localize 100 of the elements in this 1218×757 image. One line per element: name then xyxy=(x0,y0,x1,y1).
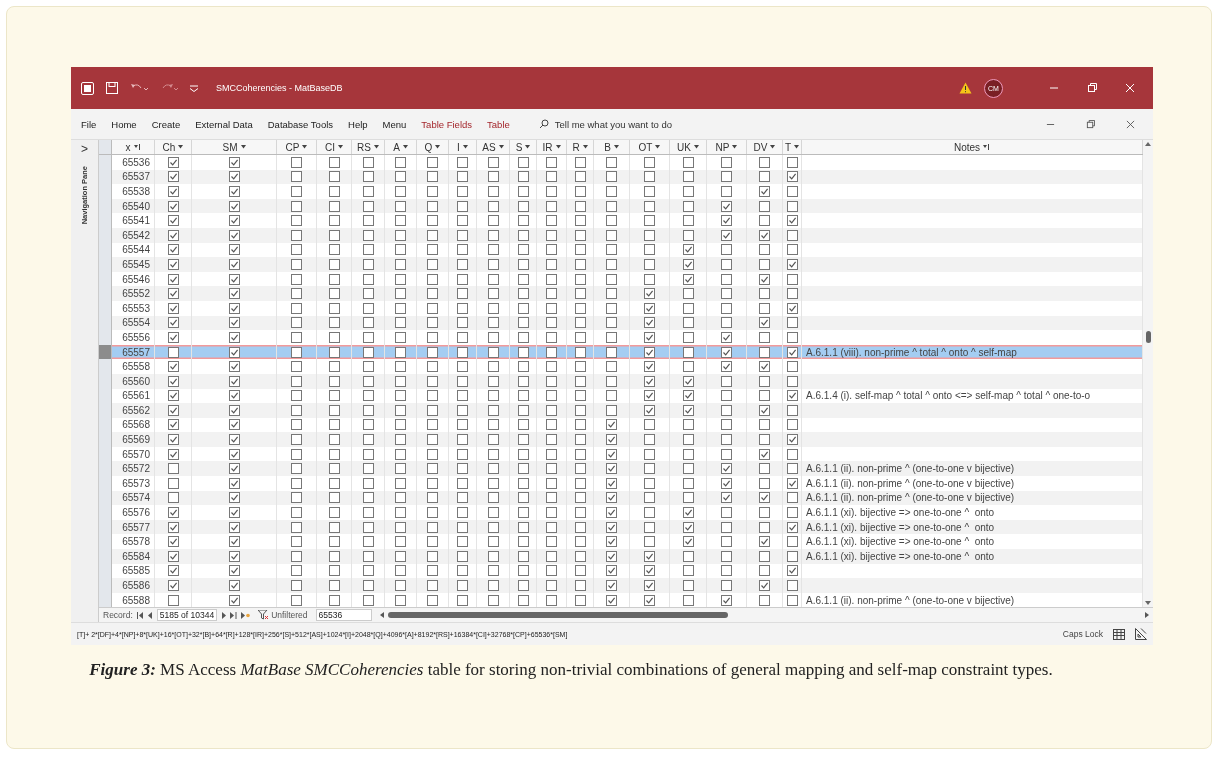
table-cell: 65569 xyxy=(112,432,155,447)
record-number-field[interactable]: 5185 of 10344 xyxy=(156,609,218,622)
search-icon xyxy=(538,119,549,129)
dropdown-arrow-icon xyxy=(338,145,343,149)
table-row[interactable]: 65576 A.6.1.1 (xi). bijective => one-to-one ^ onto xyxy=(99,505,1143,520)
scroll-up-icon[interactable] xyxy=(1145,142,1151,146)
dropdown-arrow-icon xyxy=(240,145,246,149)
first-record-icon[interactable] xyxy=(136,611,144,619)
column-header[interactable]: S xyxy=(510,140,537,154)
last-record-icon[interactable] xyxy=(230,611,238,619)
scroll-thumb[interactable] xyxy=(1145,331,1151,343)
menu-tab[interactable]: Table Fields xyxy=(421,118,473,130)
search-field[interactable]: 65536 xyxy=(315,609,372,622)
menu-tab[interactable]: Help xyxy=(348,118,368,130)
table-row[interactable]: 65572 A.6.1.1 (ii). non-prime ^ (one-to-one v bijective) xyxy=(99,461,1143,477)
restore-icon[interactable] xyxy=(1087,83,1097,93)
table-row[interactable]: 65537 xyxy=(99,169,1143,185)
vertical-scrollbar[interactable] xyxy=(1143,140,1153,608)
table-row[interactable]: 65586 xyxy=(99,578,1143,593)
menu-tab[interactable]: Menu xyxy=(382,118,407,130)
table-row[interactable]: 65536 xyxy=(99,155,1143,170)
table-row[interactable]: 65574 A.6.1.1 (ii). non-prime ^ (one-to-one v bijective) xyxy=(99,490,1143,506)
menu-tab[interactable]: Create xyxy=(151,118,181,130)
column-header[interactable]: R xyxy=(567,140,594,154)
table-row[interactable]: 65569 xyxy=(99,432,1143,447)
table-row[interactable]: 65541 xyxy=(99,213,1143,228)
next-record-icon[interactable] xyxy=(221,611,227,619)
save-icon[interactable] xyxy=(106,82,118,94)
scroll-left-icon[interactable] xyxy=(379,612,384,619)
column-header[interactable]: Ch xyxy=(155,140,192,154)
table-cell: 65538 xyxy=(112,184,155,199)
column-header[interactable]: CP xyxy=(277,140,317,154)
column-header[interactable]: IR xyxy=(537,140,567,154)
column-header[interactable]: B xyxy=(594,140,630,154)
table-cell: 65554 xyxy=(112,315,155,331)
pane-toggle[interactable]: > xyxy=(81,142,88,156)
table-row[interactable]: 65584 A.6.1.1 (xi). bijective => one-to-one ^ onto xyxy=(99,549,1143,564)
table-row[interactable]: 65558 xyxy=(99,359,1143,374)
restore-icon[interactable] xyxy=(1086,119,1095,129)
column-header[interactable]: Notes xyxy=(802,140,1143,154)
close-icon[interactable] xyxy=(1126,119,1135,129)
column-header[interactable]: CI xyxy=(317,140,352,154)
column-header[interactable]: OT xyxy=(630,140,670,154)
table-row[interactable]: 65552 xyxy=(99,286,1143,301)
table-row[interactable]: 65577 A.6.1.1 (xi). bijective => one-to-one ^ onto xyxy=(99,519,1143,535)
table-cell: 65553 xyxy=(112,300,155,316)
table-row[interactable]: 65545 xyxy=(99,257,1143,272)
table-row[interactable]: 65562 xyxy=(99,403,1143,418)
column-header[interactable]: Q xyxy=(417,140,449,154)
menu-tab[interactable]: External Data xyxy=(195,118,253,130)
filter-toggle[interactable]: Unfiltered xyxy=(254,610,312,621)
menu-tab[interactable]: Database Tools xyxy=(267,118,334,130)
table-cell: 65574 xyxy=(112,490,155,506)
app-logo-icon[interactable] xyxy=(81,81,94,95)
table-row[interactable]: 65554 xyxy=(99,315,1143,331)
caps-lock-indicator: Caps Lock xyxy=(1062,629,1103,640)
column-header[interactable]: AS xyxy=(477,140,510,154)
customize-icon[interactable] xyxy=(190,84,198,92)
dropdown-arrow-icon xyxy=(373,145,379,149)
column-header[interactable]: SM xyxy=(192,140,277,154)
column-header[interactable]: A xyxy=(385,140,417,154)
previous-record-icon[interactable] xyxy=(147,611,153,619)
figure-caption: Figure 3: MS Access MatBase SMCCoherencies table for storing non-trivial combinations of general mapping and self-map constraint types. xyxy=(88,659,1054,682)
column-header[interactable]: RS xyxy=(352,140,385,154)
new-record-icon[interactable] xyxy=(241,611,251,619)
search-field[interactable]: Tell me what you want to do xyxy=(554,118,672,130)
dropdown-arrow-icon xyxy=(693,145,699,149)
table-row[interactable]: 65560 xyxy=(99,373,1143,389)
dropdown-arrow-icon xyxy=(582,145,588,149)
scroll-thumb[interactable] xyxy=(387,612,728,619)
column-header[interactable]: UK xyxy=(670,140,707,154)
menu-tab[interactable]: Table xyxy=(487,118,510,130)
column-header[interactable]: DV xyxy=(747,140,783,154)
table-cell: 65586 xyxy=(112,578,155,593)
filter-icon xyxy=(258,610,270,621)
sort-filter-icon xyxy=(133,144,141,150)
table-cell: 65572 xyxy=(112,461,155,477)
design-view-icon[interactable] xyxy=(1135,628,1147,641)
record-label: Record: xyxy=(103,610,133,621)
table-row[interactable]: 65556 xyxy=(99,330,1143,345)
menu-tab[interactable]: Home xyxy=(111,118,137,130)
table-row[interactable]: 65538 xyxy=(99,184,1143,199)
table-row[interactable]: 65540 xyxy=(99,198,1143,214)
table-cell: 65542 xyxy=(112,227,155,243)
column-header[interactable]: I xyxy=(449,140,477,154)
table-row[interactable]: 65542 xyxy=(99,227,1143,243)
column-header[interactable]: NP xyxy=(707,140,747,154)
column-header[interactable]: T xyxy=(783,140,802,154)
scroll-right-icon[interactable] xyxy=(1145,612,1149,619)
table-cell: 65540 xyxy=(112,198,155,214)
table-row[interactable]: 65553 xyxy=(99,300,1143,316)
menu-tab[interactable]: File xyxy=(81,118,97,130)
table-row[interactable]: 65557 A.6.1.1 (viii). non-prime ^ total ^ onto ^ self-map xyxy=(99,344,1143,360)
table-cell: 65557 xyxy=(112,344,155,360)
warning-icon[interactable] xyxy=(959,82,972,94)
column-header[interactable]: x xyxy=(112,140,155,154)
dropdown-arrow-icon xyxy=(794,145,800,149)
table-cell: 65537 xyxy=(112,169,155,185)
table-row[interactable]: 65573 A.6.1.1 (ii). non-prime ^ (one-to-one v bijective) xyxy=(99,476,1143,491)
datasheet-view-icon[interactable] xyxy=(1113,628,1125,640)
